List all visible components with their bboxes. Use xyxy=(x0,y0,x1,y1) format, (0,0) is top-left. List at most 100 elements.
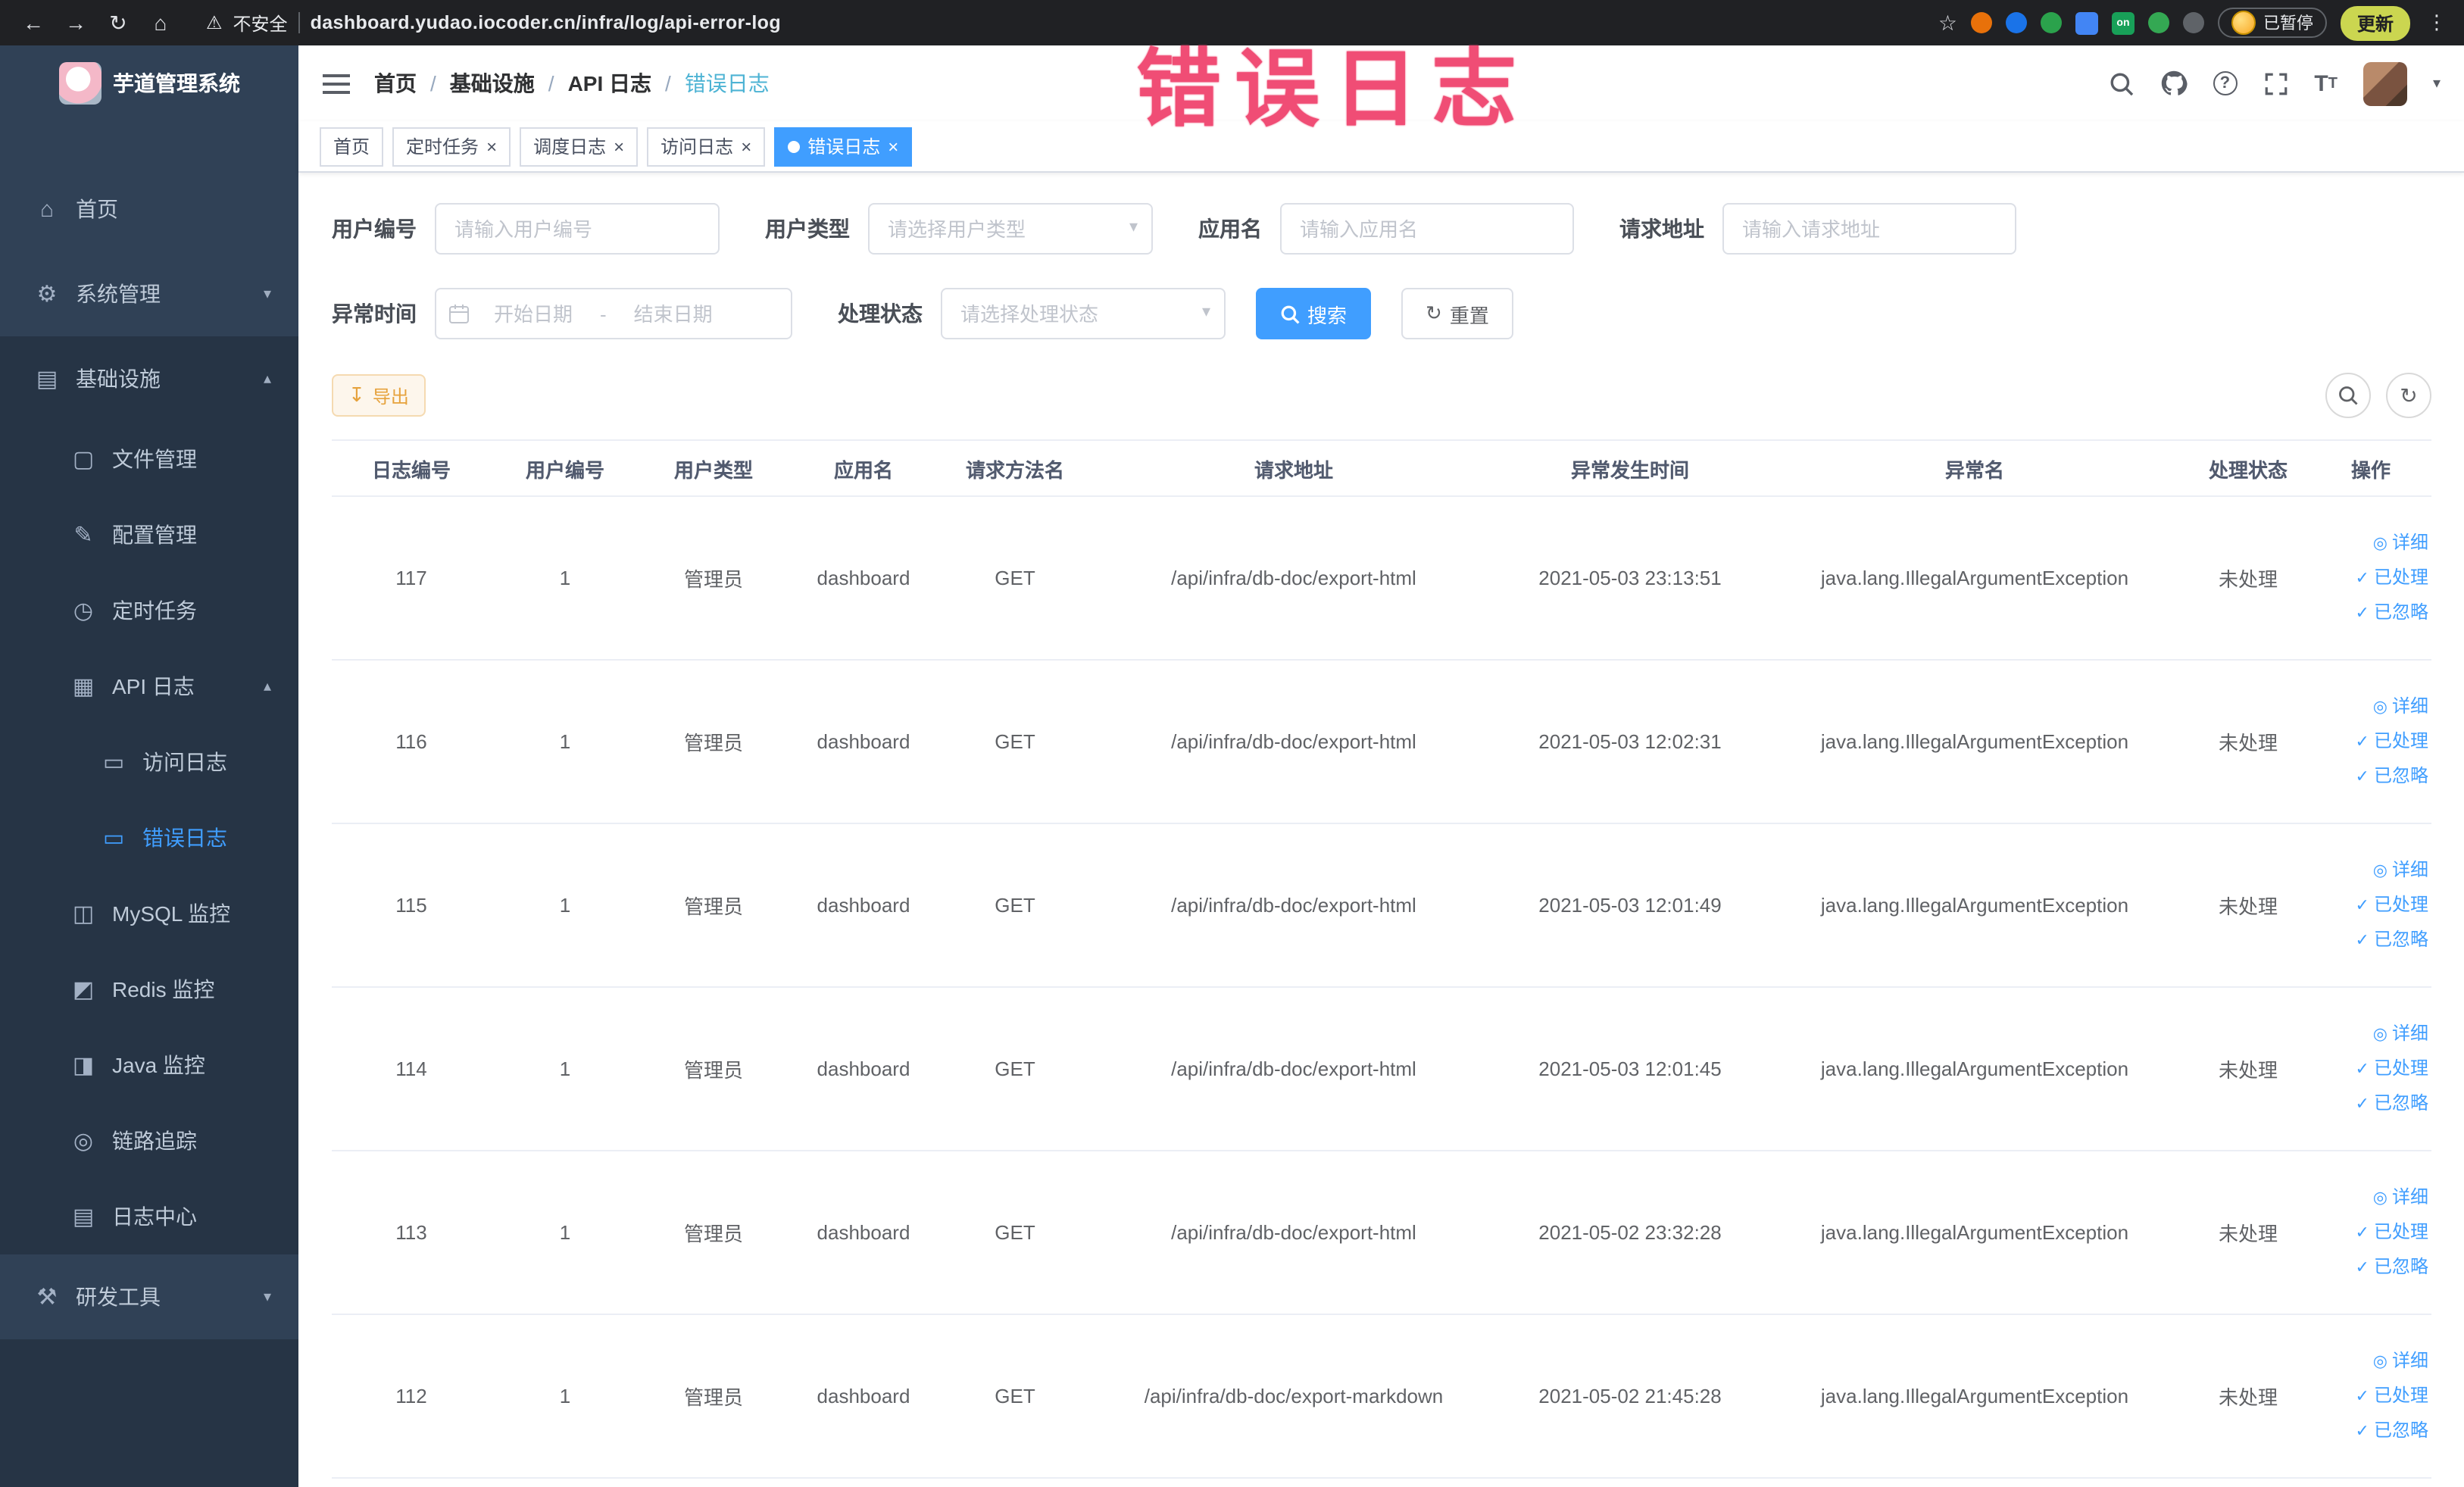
detail-link[interactable]: ◎ 详细 xyxy=(2310,1180,2428,1215)
sidebar-item-redis-monitor[interactable]: ◩ Redis 监控 xyxy=(0,951,298,1027)
cell-actions: ◎ 详细 ✓ 已处理 ✓ 已忽略 xyxy=(2310,496,2431,661)
update-button[interactable]: 更新 xyxy=(2340,5,2410,40)
logo-image xyxy=(58,62,101,105)
app-logo[interactable]: 芋道管理系统 xyxy=(0,45,298,121)
cell-app: dashboard xyxy=(788,987,939,1151)
reload-icon[interactable]: ↻ xyxy=(100,10,136,36)
app-name-input[interactable] xyxy=(1280,203,1574,255)
user-avatar[interactable] xyxy=(2363,61,2407,105)
home-icon[interactable]: ⌂ xyxy=(142,11,179,35)
detail-link[interactable]: ◎ 详细 xyxy=(2310,1017,2428,1051)
user-type-select[interactable]: ▾ xyxy=(868,203,1153,255)
sidebar-item-java-monitor[interactable]: ◨ Java 监控 xyxy=(0,1027,298,1103)
header-actions: ▾ xyxy=(2108,61,2441,105)
breadcrumb-item[interactable]: 错误日志 xyxy=(685,68,770,98)
font-size-icon[interactable] xyxy=(2314,70,2338,96)
sidebar-item-dev-tools[interactable]: ⚒ 研发工具 ▾ xyxy=(0,1254,298,1339)
kebab-menu-icon[interactable]: ⋮ xyxy=(2424,11,2450,35)
sidebar-item-error-log[interactable]: ▭ 错误日志 xyxy=(0,800,298,876)
address-bar[interactable]: ⚠ 不安全 dashboard.yudao.iocoder.cn/infra/l… xyxy=(206,10,781,36)
user-type-select-input[interactable] xyxy=(868,203,1153,255)
sidebar-item-home[interactable]: ⌂ 首页 xyxy=(0,167,298,251)
user-id-input[interactable] xyxy=(435,203,720,255)
ignored-link[interactable]: ✓ 已忽略 xyxy=(2310,1250,2428,1285)
search-button[interactable]: 搜索 xyxy=(1256,288,1372,339)
sidebar-item-api-log[interactable]: ▦ API 日志 ▴ xyxy=(0,648,298,724)
puzzle-extensions-icon[interactable] xyxy=(2182,12,2204,33)
processed-link[interactable]: ✓ 已处理 xyxy=(2310,724,2428,759)
sidebar-item-system-management[interactable]: ⚙ 系统管理 ▾ xyxy=(0,251,298,336)
search-icon[interactable] xyxy=(2108,70,2134,96)
close-icon[interactable] xyxy=(888,137,898,155)
detail-link[interactable]: ◎ 详细 xyxy=(2310,689,2428,724)
sidebar-item-infrastructure[interactable]: ▤ 基础设施 ▴ xyxy=(0,336,298,421)
fullscreen-icon[interactable] xyxy=(2263,70,2288,96)
breadcrumb-item[interactable]: 首页 xyxy=(374,68,417,98)
cell-actions: ◎ 详细 ✓ 已处理 ✓ 已忽略 xyxy=(2310,660,2431,824)
back-icon[interactable]: ← xyxy=(15,11,52,35)
processed-link[interactable]: ✓ 已处理 xyxy=(2310,1215,2428,1250)
tab-access-log[interactable]: 访问日志 xyxy=(647,127,766,166)
extension-icon[interactable] xyxy=(2040,12,2062,33)
extension-icon[interactable] xyxy=(1970,12,1992,33)
sidebar-item-scheduled-tasks[interactable]: ◷ 定时任务 xyxy=(0,573,298,648)
processed-link[interactable]: ✓ 已处理 xyxy=(2310,1051,2428,1086)
ignored-link[interactable]: ✓ 已忽略 xyxy=(2310,1414,2428,1448)
github-icon[interactable] xyxy=(2160,70,2187,97)
refresh-button[interactable]: ↻ xyxy=(2386,373,2431,418)
request-url-input[interactable] xyxy=(1722,203,2016,255)
table-row: 117 1 管理员 dashboard GET/api/infra/db-doc/exp… xyxy=(332,496,2431,661)
processed-link[interactable]: ✓ 已处理 xyxy=(2310,1379,2428,1414)
ignored-link[interactable]: ✓ 已忽略 xyxy=(2310,595,2428,630)
breadcrumb-item[interactable]: API 日志 xyxy=(568,68,651,98)
close-icon[interactable] xyxy=(741,137,751,155)
sidebar-item-trace[interactable]: ◎ 链路追踪 xyxy=(0,1103,298,1179)
help-icon[interactable] xyxy=(2213,71,2238,95)
tab-home[interactable]: 首页 xyxy=(320,127,384,166)
chevron-down-icon[interactable]: ▾ xyxy=(2433,75,2441,92)
detail-link[interactable]: ◎ 详细 xyxy=(2310,526,2428,561)
column-header: 用户类型 xyxy=(639,439,788,497)
sidebar-item-mysql-monitor[interactable]: ◫ MySQL 监控 xyxy=(0,876,298,951)
processed-link[interactable]: ✓ 已处理 xyxy=(2310,561,2428,595)
sidebar-item-access-log[interactable]: ▭ 访问日志 xyxy=(0,724,298,800)
tools-icon: ⚒ xyxy=(36,1285,58,1310)
extension-grid-icon[interactable] xyxy=(2075,11,2098,34)
sidebar-item-label: Redis 监控 xyxy=(112,977,215,1001)
cell-url: /api/infra/db-doc/export-markdown xyxy=(1091,1314,1497,1479)
cell-status: 未处理 xyxy=(2186,496,2310,661)
close-icon[interactable] xyxy=(486,137,497,155)
detail-link[interactable]: ◎ 详细 xyxy=(2310,1344,2428,1379)
ignored-link[interactable]: ✓ 已忽略 xyxy=(2310,1086,2428,1121)
extension-on-icon[interactable]: on xyxy=(2111,11,2135,34)
process-status-select-input[interactable] xyxy=(941,288,1226,339)
reset-button[interactable]: ↻ 重置 xyxy=(1401,288,1513,339)
sidebar-menu: ⌂ 首页 ⚙ 系统管理 ▾ ▤ 基础设施 ▴ ▢ 文件管理 ✎ 配置管理 ◷ 定时任务 ▦ API 日志 ▴ ▭ 访… xyxy=(0,121,298,1339)
start-date-input[interactable] xyxy=(470,302,597,325)
ignored-link[interactable]: ✓ 已忽略 xyxy=(2310,759,2428,794)
detail-link[interactable]: ◎ 详细 xyxy=(2310,853,2428,888)
sidebar-item-config-management[interactable]: ✎ 配置管理 xyxy=(0,497,298,573)
bookmark-star-icon[interactable]: ☆ xyxy=(1938,10,1957,36)
end-date-input[interactable] xyxy=(609,302,737,325)
close-icon[interactable] xyxy=(614,137,624,155)
tab-schedule-log[interactable]: 调度日志 xyxy=(520,127,639,166)
processed-link[interactable]: ✓ 已处理 xyxy=(2310,888,2428,923)
paused-badge[interactable]: 已暂停 xyxy=(2217,8,2327,38)
breadcrumb-item[interactable]: 基础设施 xyxy=(450,68,535,98)
date-range-picker[interactable]: - xyxy=(435,288,792,339)
check-icon: ✓ xyxy=(2355,1224,2369,1242)
sidebar-item-file-management[interactable]: ▢ 文件管理 xyxy=(0,421,298,497)
hamburger-icon[interactable] xyxy=(323,73,350,93)
forward-icon[interactable]: → xyxy=(58,11,94,35)
tab-scheduled-tasks[interactable]: 定时任务 xyxy=(392,127,511,166)
ignored-link[interactable]: ✓ 已忽略 xyxy=(2310,923,2428,957)
extension-icon[interactable] xyxy=(2147,12,2169,33)
tab-error-log[interactable]: 错误日志 xyxy=(774,127,913,166)
cell-actions: ◎ 详细 ✓ 已处理 ✓ 已忽略 xyxy=(2310,823,2431,988)
sidebar-item-log-center[interactable]: ▤ 日志中心 xyxy=(0,1179,298,1254)
process-status-select[interactable]: ▾ xyxy=(941,288,1226,339)
extension-icon[interactable] xyxy=(2005,12,2027,33)
toggle-search-button[interactable] xyxy=(2325,373,2371,418)
export-button[interactable]: ↧ 导出 xyxy=(332,374,426,417)
